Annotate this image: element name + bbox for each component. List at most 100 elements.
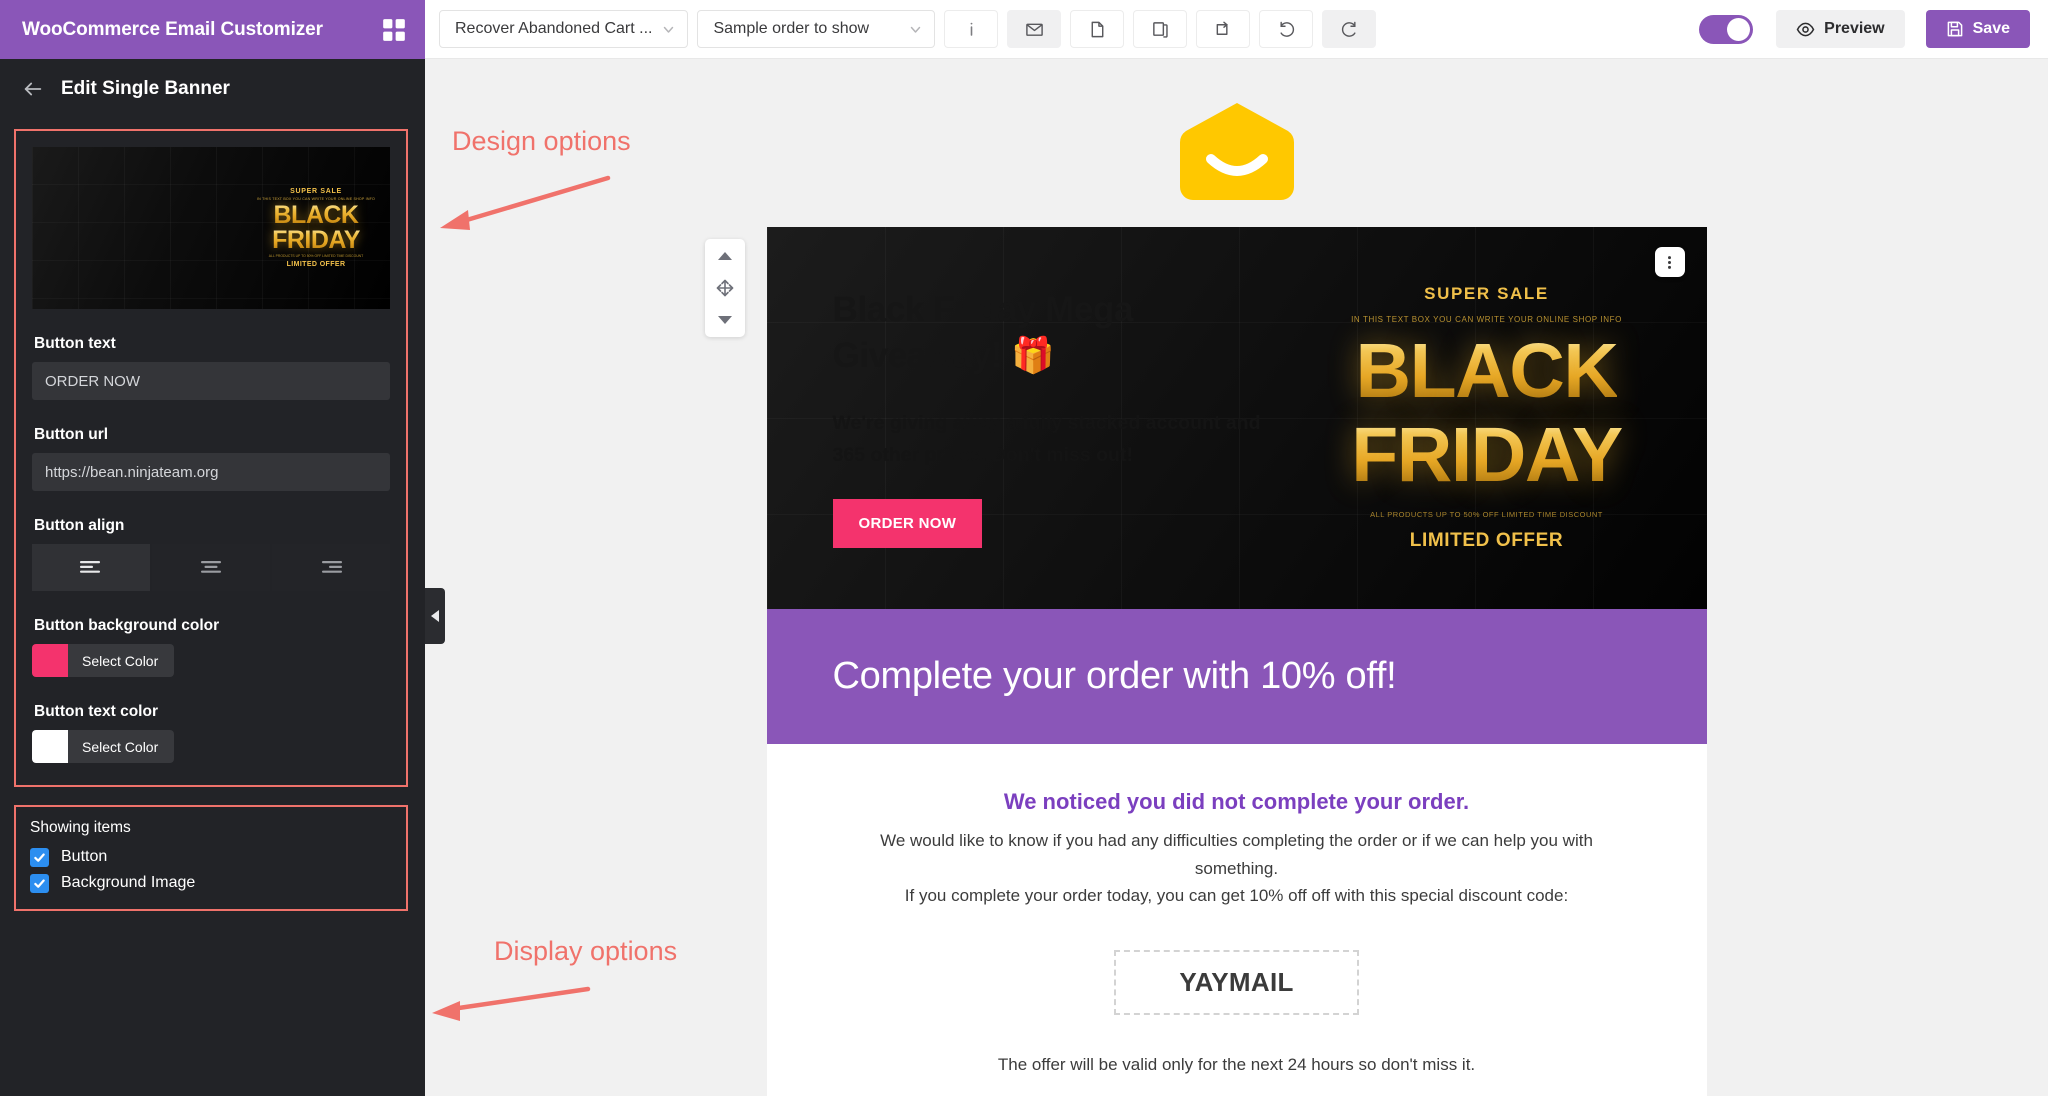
chevron-down-icon (909, 23, 922, 36)
more-options-icon (1662, 255, 1677, 270)
thumb-super-sale: SUPER SALE (290, 187, 342, 195)
button-text-color-label: Button text color (34, 703, 158, 720)
button-bg-color-label: Button background color (34, 617, 220, 634)
eye-icon (1796, 20, 1815, 39)
yaymail-envelope-logo-icon (1176, 101, 1298, 201)
email-preview: Black Friday Mega Giveaway! 🎁 We're givi… (704, 227, 1707, 1096)
hero-banner-block[interactable]: Black Friday Mega Giveaway! 🎁 We're givi… (766, 227, 1707, 609)
responsive-toggle[interactable] (1699, 14, 1754, 44)
checkbox-row-button[interactable]: Button (30, 846, 392, 868)
chevron-down-icon (662, 23, 675, 36)
coupon-code-text: YAYMAIL (1179, 966, 1294, 997)
duplicate-icon (1151, 20, 1170, 39)
banner-thumbnail[interactable]: SUPER SALE IN THIS TEXT BOX YOU CAN WRIT… (32, 147, 390, 309)
align-right-button[interactable] (272, 544, 390, 591)
hero-limited-offer: LIMITED OFFER (1409, 530, 1564, 552)
panel-header: Edit Single Banner (0, 59, 425, 118)
button-text-select-color-button[interactable]: Select Color (68, 730, 175, 763)
button-align-group (32, 544, 390, 591)
save-button-label: Save (1972, 20, 2010, 37)
button-url-input[interactable] (32, 453, 390, 491)
preview-button[interactable]: Preview (1776, 10, 1905, 48)
move-icon[interactable] (715, 278, 735, 298)
panel-collapse-handle[interactable] (425, 588, 445, 644)
hero-black: BLACK (1355, 327, 1619, 414)
template-select[interactable]: Recover Abandoned Cart ... (439, 10, 689, 48)
thumb-subtext2: ALL PRODUCTS UP TO 50% OFF LIMITED TIME … (268, 253, 364, 258)
checkbox-background-image-label: Background Image (61, 873, 196, 891)
hero-text-column: Black Friday Mega Giveaway! 🎁 We're givi… (767, 227, 1267, 609)
logo-wrapper (425, 59, 2048, 201)
thumb-limited-offer: LIMITED OFFER (286, 261, 346, 269)
hero-friday: FRIDAY (1351, 412, 1623, 499)
email-button[interactable] (1007, 10, 1062, 48)
hero-subtext: IN THIS TEXT BOX YOU CAN WRITE YOUR ONLI… (1351, 314, 1622, 324)
coupon-code-box[interactable]: YAYMAIL (1114, 949, 1359, 1015)
thumbnail-artwork: SUPER SALE IN THIS TEXT BOX YOU CAN WRIT… (252, 155, 380, 301)
button-text-input[interactable] (32, 362, 390, 400)
duplicate-button[interactable] (1133, 10, 1188, 48)
undo-button[interactable] (1259, 10, 1314, 48)
info-button[interactable] (944, 10, 999, 48)
import-icon (1214, 20, 1233, 39)
hero-artwork: SUPER SALE IN THIS TEXT BOX YOU CAN WRIT… (1267, 227, 1707, 609)
button-text-color-picker[interactable]: Select Color (32, 730, 390, 763)
grid-icon[interactable] (381, 17, 407, 43)
button-bg-color-picker[interactable]: Select Color (32, 644, 390, 677)
top-toolbar: Recover Abandoned Cart ... Sample order … (425, 0, 2048, 59)
page-button[interactable] (1070, 10, 1125, 48)
thumb-black: BLACK (273, 200, 360, 229)
align-left-button[interactable] (32, 544, 150, 591)
hero-super-sale: SUPER SALE (1424, 283, 1549, 303)
checkbox-button-label: Button (61, 848, 108, 865)
preview-button-label: Preview (1824, 20, 1885, 37)
save-button[interactable]: Save (1925, 10, 2030, 48)
checkbox-row-background-image[interactable]: Background Image (30, 872, 392, 894)
button-bg-color-swatch[interactable] (32, 644, 68, 677)
align-center-button[interactable] (152, 544, 270, 591)
button-url-label: Button url (34, 426, 109, 443)
brand-bar: WooCommerce Email Customizer (0, 0, 425, 59)
hero-paragraph: We're giving away a fully stacked accoun… (832, 412, 1261, 466)
display-options-group: Showing items Button Background Image (14, 805, 408, 912)
checkbox-button[interactable] (30, 848, 49, 867)
block-drag-tools (704, 239, 745, 337)
import-button[interactable] (1196, 10, 1251, 48)
purple-headline-text: Complete your order with 10% off! (832, 655, 1397, 697)
align-left-icon (80, 560, 102, 576)
move-down-icon[interactable] (715, 309, 735, 329)
envelope-icon (1025, 20, 1044, 39)
align-right-icon (320, 560, 342, 576)
floppy-disk-icon (1946, 20, 1964, 38)
button-bg-select-color-button[interactable]: Select Color (68, 644, 175, 677)
template-select-value: Recover Abandoned Cart ... (455, 20, 653, 37)
align-center-icon (200, 560, 222, 576)
back-arrow-icon[interactable] (22, 78, 44, 100)
body-heading: We noticed you did not complete your ord… (1003, 789, 1470, 814)
hero-order-now-button[interactable]: ORDER NOW (832, 499, 983, 549)
email-body-block[interactable]: We noticed you did not complete your ord… (766, 744, 1707, 1096)
body-footer-text: The offer will be valid only for the nex… (997, 1054, 1476, 1074)
purple-headline-block[interactable]: Complete your order with 10% off! (766, 609, 1707, 744)
page-icon (1088, 20, 1107, 39)
button-text-color-swatch[interactable] (32, 730, 68, 763)
showing-items-label: Showing items (30, 819, 131, 836)
undo-icon (1277, 20, 1296, 39)
toggle-knob (1727, 17, 1751, 41)
body-paragraph-1: We would like to know if you had any dif… (880, 831, 1593, 878)
button-align-label: Button align (34, 517, 125, 534)
redo-button[interactable] (1322, 10, 1377, 48)
checkbox-background-image[interactable] (30, 873, 49, 893)
left-settings-panel: WooCommerce Email Customizer Edit Single… (0, 0, 425, 1096)
block-options-button[interactable] (1654, 247, 1685, 277)
email-canvas: Black Friday Mega Giveaway! 🎁 We're givi… (425, 59, 2048, 1096)
hero-heading: Black Friday Mega Giveaway! 🎁 (832, 290, 1134, 375)
sample-order-select[interactable]: Sample order to show (697, 10, 936, 48)
info-icon (962, 20, 981, 39)
redo-icon (1340, 20, 1359, 39)
sample-order-select-value: Sample order to show (713, 20, 870, 37)
move-up-icon[interactable] (715, 247, 735, 267)
chevron-left-icon (430, 610, 440, 622)
hero-subtext2: ALL PRODUCTS UP TO 50% OFF LIMITED TIME … (1370, 510, 1603, 520)
button-text-label: Button text (34, 335, 116, 352)
